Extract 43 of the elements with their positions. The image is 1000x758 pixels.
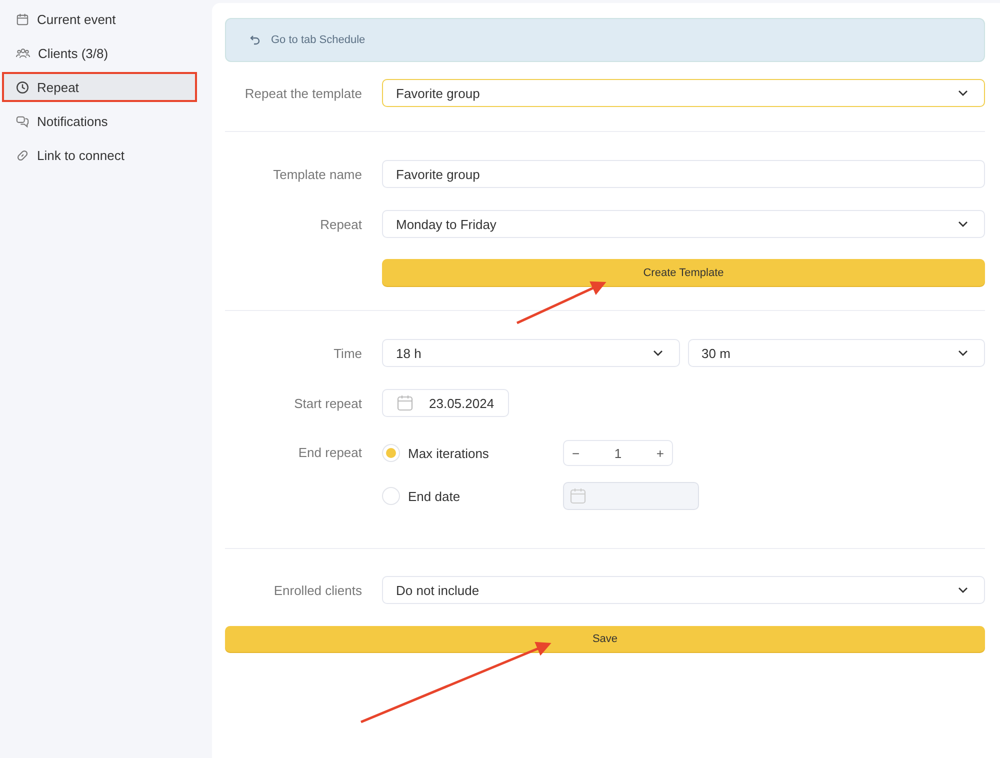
chevron-down-icon <box>652 350 662 356</box>
dropdown[interactable]: Monday to Friday <box>382 210 985 238</box>
sidebar-item[interactable]: Link to connect <box>2 140 197 170</box>
create-template-button[interactable]: Create Template <box>382 259 985 286</box>
field-label: Time <box>332 346 362 360</box>
dropdown[interactable]: 30 m <box>688 339 985 367</box>
field-label: Template name <box>272 166 362 182</box>
save-button[interactable]: Save <box>225 626 985 652</box>
number-stepper[interactable]: − 1 + <box>563 440 673 466</box>
radio-button[interactable] <box>382 487 400 505</box>
sidebar-item[interactable]: Clients (3/8) <box>2 38 197 68</box>
plus-button[interactable]: + <box>656 446 664 460</box>
undo-arrow-icon <box>250 35 260 45</box>
minus-button[interactable]: − <box>572 446 580 460</box>
calendar-icon <box>16 12 29 26</box>
chat-bubbles-icon <box>16 114 29 128</box>
text-field[interactable]: Favorite group <box>382 160 985 188</box>
field-label: Enrolled clients <box>272 582 362 598</box>
chevron-down-icon <box>958 221 968 227</box>
stepper-value: 1 <box>614 446 622 460</box>
radio-button[interactable] <box>382 444 400 462</box>
option-label: End date <box>408 488 460 504</box>
back-link[interactable]: Go to tab Schedule <box>250 34 366 46</box>
chevron-down-icon <box>958 90 968 96</box>
sidebar-item[interactable]: Current event <box>2 4 197 34</box>
field-label: End repeat <box>297 444 362 462</box>
calendar-icon <box>397 395 413 411</box>
option-label: Max iterations <box>408 446 489 460</box>
date-field[interactable]: 23.05.2024 <box>382 389 510 417</box>
sidebar-item[interactable]: Repeat <box>2 72 197 102</box>
chevron-down-icon <box>958 587 968 593</box>
people-icon <box>16 46 30 60</box>
calendar-icon <box>570 488 586 504</box>
link-icon <box>16 148 29 162</box>
sidebar-item[interactable]: Notifications <box>2 106 197 136</box>
dropdown[interactable]: Favorite group <box>382 79 985 107</box>
dropdown[interactable]: 18 h <box>382 339 680 367</box>
field-label: Repeat <box>319 216 362 232</box>
field-label: Start repeat <box>293 396 362 410</box>
clock-icon <box>16 80 29 94</box>
field-label: Repeat the template <box>244 86 362 100</box>
dropdown[interactable]: Do not include <box>382 576 985 604</box>
chevron-down-icon <box>958 350 968 356</box>
